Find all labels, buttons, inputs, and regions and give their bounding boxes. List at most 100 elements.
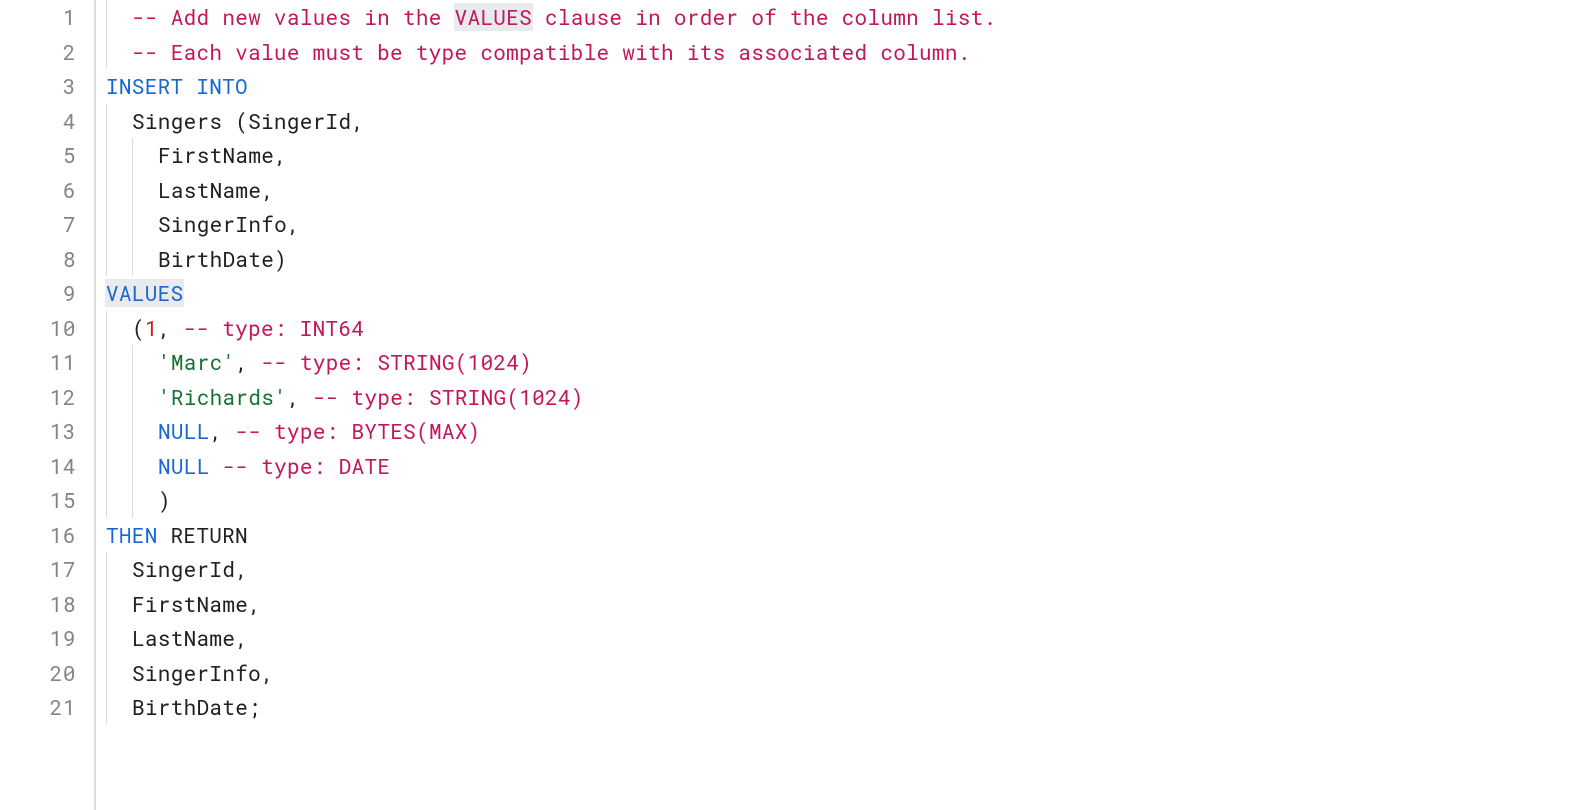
code-line[interactable]: Singers (SingerId, <box>106 104 1592 139</box>
code-text: FirstName, <box>106 590 261 618</box>
code-token: VALUES <box>454 3 533 31</box>
code-token: ; <box>248 693 261 721</box>
code-token: LastName <box>132 624 235 652</box>
code-token: -- type: INT64 <box>184 314 365 342</box>
code-token: , <box>235 624 248 652</box>
code-line[interactable]: (1, -- type: INT64 <box>106 311 1592 346</box>
code-text: NULL, -- type: BYTES(MAX) <box>106 417 481 445</box>
line-number: 17 <box>0 552 94 587</box>
code-token: SingerInfo <box>158 210 287 238</box>
indent-guide <box>106 173 107 208</box>
code-token: , <box>351 107 364 135</box>
indent-guide <box>106 0 107 35</box>
code-token: , <box>287 383 313 411</box>
code-token: , <box>248 590 261 618</box>
code-line[interactable]: SingerInfo, <box>106 207 1592 242</box>
code-token: VALUES <box>105 279 184 307</box>
line-number: 7 <box>0 207 94 242</box>
code-line[interactable]: NULL -- type: DATE <box>106 449 1592 484</box>
line-number: 4 <box>0 104 94 139</box>
indent-guide <box>106 138 107 173</box>
code-line[interactable]: ) <box>106 483 1592 518</box>
code-line[interactable]: THEN RETURN <box>106 518 1592 553</box>
code-line[interactable]: FirstName, <box>106 138 1592 173</box>
code-text: INSERT INTO <box>106 72 248 100</box>
indent-guide <box>106 345 107 380</box>
code-token: NULL <box>158 417 210 445</box>
code-token: FirstName <box>132 590 248 618</box>
code-token: -- type: STRING(1024) <box>261 348 532 376</box>
code-line[interactable]: FirstName, <box>106 587 1592 622</box>
code-token: SingerId <box>248 107 351 135</box>
code-line[interactable]: -- Each value must be type compatible wi… <box>106 35 1592 70</box>
indent-guide <box>106 35 107 70</box>
code-token: -- Each value must be type compatible wi… <box>132 38 971 66</box>
code-token: , <box>235 348 261 376</box>
indent-guide <box>106 587 107 622</box>
indent-guide <box>106 242 107 277</box>
code-line[interactable]: SingerInfo, <box>106 656 1592 691</box>
indent-guide <box>132 380 133 415</box>
code-token: , <box>274 141 287 169</box>
line-number: 8 <box>0 242 94 277</box>
code-text: FirstName, <box>106 141 287 169</box>
code-editor[interactable]: -- Add new values in the VALUES clause i… <box>96 0 1592 810</box>
indent-guide <box>132 483 133 518</box>
code-line[interactable]: -- Add new values in the VALUES clause i… <box>106 0 1592 35</box>
indent-guide <box>106 552 107 587</box>
code-token: SingerInfo <box>132 659 261 687</box>
code-token: clause in order of the column list. <box>532 3 996 31</box>
indent-guide <box>106 449 107 484</box>
indent-guide <box>106 414 107 449</box>
code-line[interactable]: BirthDate) <box>106 242 1592 277</box>
code-text: NULL -- type: DATE <box>106 452 390 480</box>
line-number: 13 <box>0 414 94 449</box>
code-line[interactable]: SingerId, <box>106 552 1592 587</box>
indent-guide <box>132 345 133 380</box>
code-line[interactable]: LastName, <box>106 621 1592 656</box>
indent-guide <box>132 449 133 484</box>
code-token: INSERT INTO <box>106 72 248 100</box>
code-line[interactable]: INSERT INTO <box>106 69 1592 104</box>
code-token <box>210 452 223 480</box>
code-line[interactable]: 'Marc', -- type: STRING(1024) <box>106 345 1592 380</box>
code-text: BirthDate) <box>106 245 287 273</box>
code-token: , <box>210 417 236 445</box>
indent-guide <box>106 656 107 691</box>
code-line[interactable]: 'Richards', -- type: STRING(1024) <box>106 380 1592 415</box>
code-line[interactable]: VALUES <box>106 276 1592 311</box>
indent-guide <box>106 483 107 518</box>
code-line[interactable]: NULL, -- type: BYTES(MAX) <box>106 414 1592 449</box>
code-line[interactable]: BirthDate; <box>106 690 1592 725</box>
code-text: -- Each value must be type compatible wi… <box>106 38 971 66</box>
indent-guide <box>106 207 107 242</box>
line-number: 6 <box>0 173 94 208</box>
code-token: -- Add new values in the <box>132 3 455 31</box>
line-number: 1 <box>0 0 94 35</box>
code-text: SingerId, <box>106 555 248 583</box>
code-text: -- Add new values in the VALUES clause i… <box>106 3 996 31</box>
code-text: LastName, <box>106 624 248 652</box>
code-text: 'Marc', -- type: STRING(1024) <box>106 348 532 376</box>
code-token: NULL <box>158 452 210 480</box>
indent-guide <box>132 242 133 277</box>
line-number: 21 <box>0 690 94 725</box>
indent-guide <box>106 621 107 656</box>
line-number: 12 <box>0 380 94 415</box>
code-text: SingerInfo, <box>106 210 300 238</box>
code-token: BirthDate <box>132 693 248 721</box>
code-token: LastName <box>158 176 261 204</box>
indent-guide <box>106 104 107 139</box>
line-number: 2 <box>0 35 94 70</box>
code-token: , <box>261 659 274 687</box>
line-number-gutter: 123456789101112131415161718192021 <box>0 0 96 810</box>
code-token: SingerId <box>132 555 235 583</box>
indent-guide <box>106 311 107 346</box>
code-token: , <box>287 210 300 238</box>
line-number: 19 <box>0 621 94 656</box>
code-text: THEN RETURN <box>106 521 248 549</box>
code-token: ) <box>158 486 171 514</box>
code-token: THEN <box>106 521 158 549</box>
code-token: , <box>235 555 248 583</box>
code-line[interactable]: LastName, <box>106 173 1592 208</box>
